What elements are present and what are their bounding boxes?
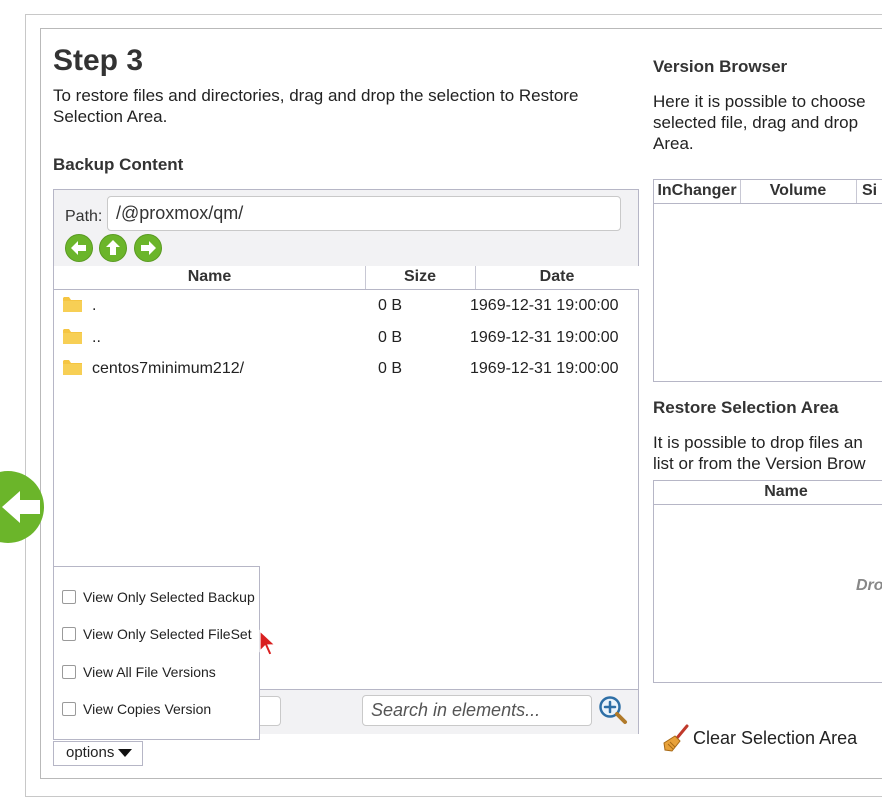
nav-back-button[interactable] <box>65 234 93 262</box>
column-header-date[interactable]: Date <box>475 268 639 286</box>
column-header-size[interactable]: Size <box>365 268 475 286</box>
page-title: Step 3 <box>53 44 144 77</box>
checkbox[interactable] <box>62 665 76 679</box>
folder-icon <box>63 297 82 312</box>
broom-icon <box>663 724 689 752</box>
checkbox[interactable] <box>62 702 76 716</box>
step-description: To restore files and directories, drag a… <box>53 86 579 126</box>
restore-selection-description: It is possible to drop files an list or … <box>653 433 866 473</box>
file-name: centos7minimum212/ <box>92 360 245 377</box>
arrow-right-icon <box>141 241 156 255</box>
options-menu: View Only Selected Backup View Only Sele… <box>53 566 260 740</box>
file-name: .. <box>92 329 101 346</box>
options-button[interactable]: options <box>53 741 143 766</box>
checkbox[interactable] <box>62 627 76 641</box>
zoom-in-icon[interactable] <box>598 695 628 725</box>
restore-selection-grid[interactable]: Name Dro <box>653 480 882 683</box>
option-view-only-selected-backup[interactable]: View Only Selected Backup <box>62 589 255 605</box>
version-browser-grid: InChanger Volume Si <box>653 179 882 382</box>
file-row[interactable]: centos7minimum212/ 0 B 1969-12-31 19:00:… <box>54 353 639 384</box>
file-size: 0 B <box>378 297 403 314</box>
path-input[interactable] <box>107 196 621 231</box>
file-date: 1969-12-31 19:00:00 <box>470 360 619 377</box>
file-row[interactable]: .. 0 B 1969-12-31 19:00:00 <box>54 322 639 353</box>
path-label: Path: <box>65 208 103 225</box>
version-grid-header: InChanger Volume Si <box>654 180 882 204</box>
nav-forward-button[interactable] <box>134 234 162 262</box>
file-date: 1969-12-31 19:00:00 <box>470 329 619 346</box>
arrow-left-icon <box>71 241 86 255</box>
path-toolbar: Path: <box>54 190 638 267</box>
file-date: 1969-12-31 19:00:00 <box>470 297 619 314</box>
option-view-all-file-versions[interactable]: View All File Versions <box>62 664 216 680</box>
drop-hint: Dro <box>856 577 882 594</box>
caret-down-icon <box>118 749 133 758</box>
clear-selection-button[interactable]: Clear Selection Area <box>663 724 857 752</box>
checkbox[interactable] <box>62 590 76 604</box>
column-header-name[interactable]: Name <box>654 483 882 501</box>
nav-up-button[interactable] <box>99 234 127 262</box>
column-header-name[interactable]: Name <box>54 268 365 286</box>
mouse-cursor-icon <box>259 629 277 656</box>
folder-icon <box>63 329 82 344</box>
search-input[interactable] <box>362 695 592 726</box>
column-header-volume[interactable]: Volume <box>740 182 856 200</box>
backup-content-heading: Backup Content <box>53 155 184 174</box>
file-name: . <box>92 297 97 314</box>
file-row[interactable]: . 0 B 1969-12-31 19:00:00 <box>54 290 639 321</box>
file-size: 0 B <box>378 329 403 346</box>
column-header-inchanger[interactable]: InChanger <box>654 182 740 200</box>
arrow-up-icon <box>106 240 120 255</box>
file-size: 0 B <box>378 360 403 377</box>
option-view-copies-version[interactable]: View Copies Version <box>62 701 211 717</box>
restore-grid-header: Name <box>654 481 882 505</box>
folder-icon <box>63 360 82 375</box>
arrow-left-circle-icon <box>2 491 40 523</box>
version-browser-description: Here it is possible to choose selected f… <box>653 92 866 153</box>
restore-selection-heading: Restore Selection Area <box>653 398 839 417</box>
option-view-only-selected-fileset[interactable]: View Only Selected FileSet <box>62 626 252 642</box>
column-header-size[interactable]: Si <box>862 182 882 200</box>
version-browser-heading: Version Browser <box>653 57 788 76</box>
file-grid-header: Name Size Date <box>54 266 639 290</box>
